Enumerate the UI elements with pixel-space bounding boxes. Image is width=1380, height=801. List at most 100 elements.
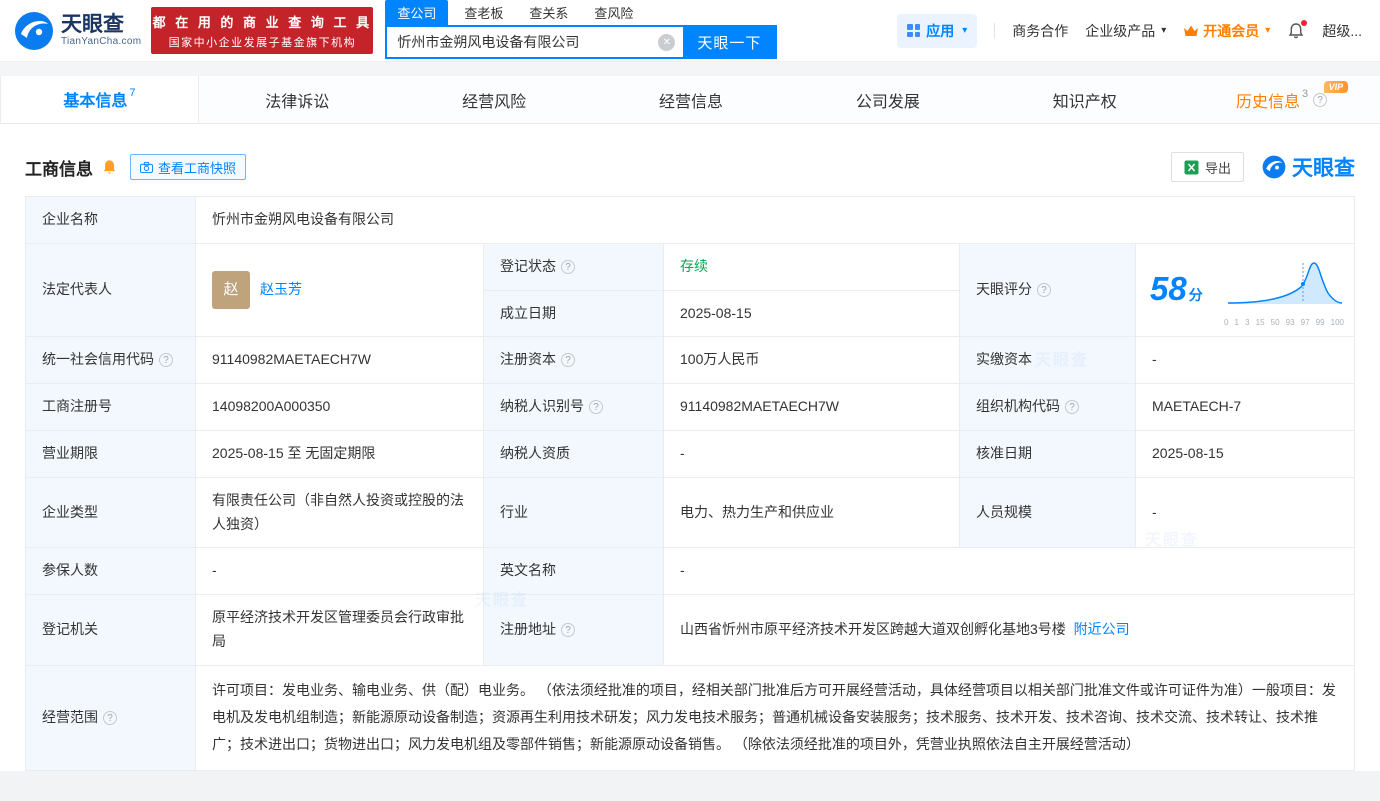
crown-icon [1183, 24, 1199, 37]
field-approval-date-value: 2025-08-15 [1136, 430, 1355, 477]
tab-intellectual-property[interactable]: 知识产权 [986, 76, 1183, 123]
help-icon[interactable]: ? [103, 711, 117, 725]
help-icon[interactable]: ? [1037, 283, 1051, 297]
menu-super-vip[interactable]: 超级... [1322, 21, 1362, 41]
membership-label: 开通会员 [1203, 21, 1259, 41]
field-reg-status-label: 登记状态? [484, 243, 664, 290]
search-input[interactable] [387, 27, 658, 57]
vip-badge: VIP [1324, 81, 1349, 93]
help-icon[interactable]: ? [561, 623, 575, 637]
company-nav-tabs: 基本信息7 法律诉讼 经营风险 经营信息 公司发展 知识产权 历史信息3 ? V… [0, 76, 1380, 124]
help-icon[interactable]: ? [1065, 400, 1079, 414]
field-staff-size-label: 人员规模 [960, 477, 1136, 548]
field-org-code-value: MAETAECH-7 [1136, 384, 1355, 431]
search-button[interactable]: 天眼一下 [683, 27, 775, 57]
field-reg-number-value: 14098200A000350 [196, 384, 484, 431]
field-staff-size-value: - [1136, 477, 1355, 548]
search-tab-boss[interactable]: 查老板 [464, 0, 503, 25]
help-icon[interactable]: ? [1313, 93, 1327, 107]
label-text: 组织机构代码 [976, 398, 1060, 414]
field-score-label: 天眼评分? [960, 243, 1136, 337]
export-label: 导出 [1205, 158, 1231, 177]
search-tabs: 查公司 查老板 查关系 查风险 [385, 2, 777, 25]
logo-title: 天眼查 [61, 14, 141, 36]
help-icon[interactable]: ? [589, 400, 603, 414]
top-menu: 应用 ▾ 商务合作 企业级产品 ▾ 开通会员 ▾ [897, 14, 1362, 48]
search-tab-company[interactable]: 查公司 [385, 0, 448, 25]
score-distribution-chart: 0131550939799100 [1224, 251, 1344, 329]
menu-cooperation[interactable]: 商务合作 [1012, 21, 1068, 41]
field-org-code-label: 组织机构代码? [960, 384, 1136, 431]
table-row: 企业类型 有限责任公司（非自然人投资或控股的法人独资） 行业 电力、热力生产和供… [26, 477, 1355, 548]
help-icon[interactable]: ? [561, 260, 575, 274]
table-row: 统一社会信用代码? 91140982MAETAECH7W 注册资本? 100万人… [26, 337, 1355, 384]
tab-legal-litigation[interactable]: 法律诉讼 [199, 76, 396, 123]
status-badge: 存续 [680, 258, 708, 274]
table-row: 经营范围? 许可项目：发电业务、输电业务、供（配）电业务。 （依法须经批准的项目… [26, 665, 1355, 770]
excel-icon [1184, 160, 1199, 175]
search-box: ✕ 天眼一下 [385, 25, 777, 59]
tianyancha-logo-icon [14, 11, 54, 51]
tab-business-info[interactable]: 经营信息 [593, 76, 790, 123]
field-taxpayer-quality-value: - [664, 430, 960, 477]
avatar[interactable]: 赵 [212, 271, 250, 309]
field-established-label: 成立日期 [484, 290, 664, 337]
snapshot-label: 查看工商快照 [158, 158, 236, 177]
table-row: 登记机关 原平经济技术开发区管理委员会行政审批局 注册地址? 山西省忻州市原平经… [26, 595, 1355, 666]
field-company-type-label: 企业类型 [26, 477, 196, 548]
field-insured-count-label: 参保人数 [26, 548, 196, 595]
chevron-down-icon: ▾ [1161, 25, 1166, 36]
help-icon[interactable]: ? [159, 353, 173, 367]
clear-icon[interactable]: ✕ [658, 34, 675, 51]
table-row: 企业名称 忻州市金朔风电设备有限公司 [26, 197, 1355, 244]
field-company-name-label: 企业名称 [26, 197, 196, 244]
nearby-companies-link[interactable]: 附近公司 [1074, 621, 1130, 637]
help-icon[interactable]: ? [561, 353, 575, 367]
table-row: 工商注册号 14098200A000350 纳税人识别号? 91140982MA… [26, 384, 1355, 431]
menu-enterprise-label: 企业级产品 [1085, 21, 1155, 41]
chevron-down-icon: ▾ [962, 25, 967, 36]
menu-enterprise-products[interactable]: 企业级产品 ▾ [1085, 21, 1166, 41]
promo-banner: 都 在 用 的 商 业 查 询 工 具 国家中小企业发展子基金旗下机构 [151, 7, 373, 54]
field-taxpayer-id-value: 91140982MAETAECH7W [664, 384, 960, 431]
view-snapshot-button[interactable]: 查看工商快照 [130, 154, 246, 180]
field-score-value: 58分 0131550939799100 [1136, 243, 1355, 337]
field-reg-address-value: 山西省忻州市原平经济技术开发区跨越大道双创孵化基地3号楼 附近公司 [664, 595, 1355, 666]
field-paid-capital-label: 实缴资本 [960, 337, 1136, 384]
menu-divider [994, 23, 995, 39]
tianyancha-logo[interactable]: 天眼查 TianYanCha.com [14, 11, 141, 51]
field-credit-code-value: 91140982MAETAECH7W [196, 337, 484, 384]
score-chart-ticks: 0131550939799100 [1224, 316, 1344, 330]
field-legal-rep-label: 法定代表人 [26, 243, 196, 337]
business-info-section-header: 工商信息 查看工商快照 导出 [25, 152, 1355, 182]
table-row: 法定代表人 赵 赵玉芳 登记状态? 存续 天眼评分? [26, 243, 1355, 290]
notification-bell[interactable] [1287, 22, 1305, 40]
notification-dot [1301, 20, 1307, 26]
tab-history-info[interactable]: 历史信息3 ? VIP [1183, 76, 1380, 123]
search-tab-risk[interactable]: 查风险 [594, 0, 633, 25]
tab-company-development[interactable]: 公司发展 [789, 76, 986, 123]
brand-name: 天眼查 [1292, 152, 1355, 182]
tab-operating-risk[interactable]: 经营风险 [396, 76, 593, 123]
apps-menu[interactable]: 应用 ▾ [897, 14, 977, 48]
field-insured-count-value: - [196, 548, 484, 595]
tab-label: 基本信息 [63, 87, 127, 111]
table-row: 参保人数 - 英文名称 - [26, 548, 1355, 595]
field-approval-date-label: 核准日期 [960, 430, 1136, 477]
field-english-name-value: - [664, 548, 1355, 595]
legal-rep-link[interactable]: 赵玉芳 [260, 278, 302, 302]
score-number[interactable]: 58分 [1150, 272, 1203, 308]
search-tab-relation[interactable]: 查关系 [529, 0, 568, 25]
label-text: 登记状态 [500, 258, 556, 274]
menu-open-membership[interactable]: 开通会员 ▾ [1183, 21, 1270, 41]
field-company-type-value: 有限责任公司（非自然人投资或控股的法人独资） [196, 477, 484, 548]
monitor-bell-icon[interactable] [101, 159, 118, 176]
address-text: 山西省忻州市原平经济技术开发区跨越大道双创孵化基地3号楼 [680, 621, 1066, 637]
field-reg-number-label: 工商注册号 [26, 384, 196, 431]
logo-subtitle: TianYanCha.com [61, 36, 141, 47]
export-button[interactable]: 导出 [1171, 152, 1244, 182]
tab-basic-info[interactable]: 基本信息7 [0, 76, 199, 123]
field-reg-status-value: 存续 [664, 243, 960, 290]
tianyancha-watermark-logo[interactable]: 天眼查 [1262, 152, 1355, 182]
score-unit: 分 [1189, 287, 1203, 303]
